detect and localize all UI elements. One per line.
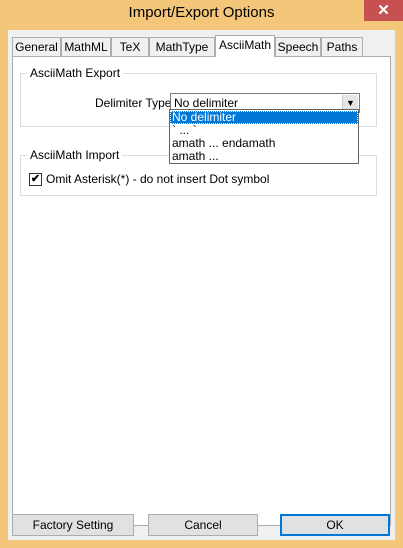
tab-asciimath[interactable]: AsciiMath (215, 35, 275, 57)
close-button[interactable]: ✕ (364, 0, 403, 21)
factory-setting-button[interactable]: Factory Setting (12, 514, 134, 536)
close-icon: ✕ (377, 2, 390, 19)
tab-mathml[interactable]: MathML (61, 37, 111, 56)
delimiter-option-amath[interactable]: amath ... (170, 150, 358, 163)
cancel-button[interactable]: Cancel (148, 514, 258, 536)
asciimath-import-title: AsciiMath Import (27, 148, 123, 162)
dialog-window: Import/Export Options ✕ General MathML T… (0, 0, 403, 548)
delimiter-type-label: Delimiter Type: (95, 96, 175, 110)
tab-tex[interactable]: TeX (111, 37, 149, 56)
tab-paths[interactable]: Paths (321, 37, 363, 56)
tab-mathtype[interactable]: MathType (149, 37, 215, 56)
tab-speech[interactable]: Speech (275, 37, 321, 56)
delimiter-type-value: No delimiter (174, 96, 239, 110)
window-title: Import/Export Options (128, 4, 275, 21)
checkmark-icon: ✔ (30, 173, 41, 185)
omit-asterisk-label[interactable]: Omit Asterisk(*) - do not insert Dot sym… (46, 172, 269, 186)
delimiter-type-dropdown-list: No delimiter ` ... ` amath ... endamath … (169, 109, 359, 164)
asciimath-export-title: AsciiMath Export (27, 66, 124, 80)
asciimath-tab-panel: AsciiMath Export Delimiter Type: No deli… (12, 56, 391, 526)
ok-button[interactable]: OK (280, 514, 390, 536)
tab-general[interactable]: General (12, 37, 61, 56)
title-bar: Import/Export Options ✕ (0, 0, 403, 30)
omit-asterisk-checkbox[interactable]: ✔ (29, 173, 42, 186)
dialog-client-area: General MathML TeX MathType AsciiMath Sp… (8, 30, 395, 540)
delimiter-option-no-delimiter[interactable]: No delimiter (170, 111, 358, 124)
